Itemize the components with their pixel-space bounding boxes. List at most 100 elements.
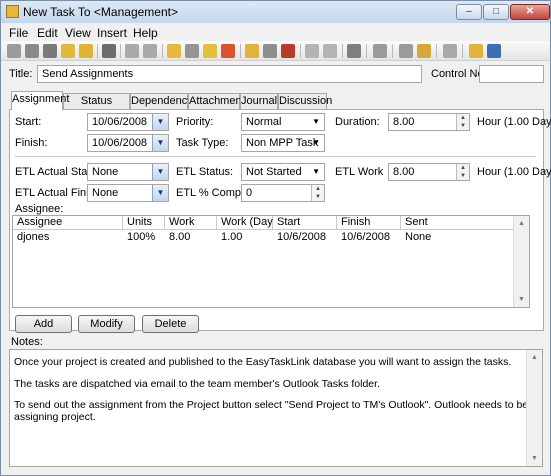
- tab-dependency[interactable]: Dependency: [130, 93, 193, 109]
- toolbar: [1, 41, 550, 61]
- open-icon[interactable]: [167, 44, 181, 58]
- duration-spinner[interactable]: ▲ ▼: [456, 114, 469, 130]
- minimize-button[interactable]: –: [456, 4, 482, 20]
- finish-date-value: 10/06/2008: [92, 137, 148, 149]
- notes-scrollbar[interactable]: ▲ ▼: [526, 350, 542, 466]
- etl-status-label: ETL Status:: [176, 166, 234, 178]
- grid-scrollbar[interactable]: ▲ ▼: [513, 216, 529, 307]
- etl-status-select[interactable]: Not Started ▼: [241, 163, 325, 181]
- etl-actual-finish-field[interactable]: None ▼: [87, 184, 169, 202]
- page-icon[interactable]: [373, 44, 387, 58]
- etl-actual-start-field[interactable]: None ▼: [87, 163, 169, 181]
- print-icon[interactable]: [399, 44, 413, 58]
- title-bar[interactable]: New Task To <Management> – □ ✕: [1, 1, 550, 23]
- title-label: Title:: [9, 68, 33, 80]
- toolbar-separator: [240, 44, 241, 58]
- chevron-down-icon: ▼: [312, 167, 320, 176]
- book-icon[interactable]: [443, 44, 457, 58]
- assignee-grid: Assignee Units Work Work (Day) Start Fin…: [12, 215, 530, 308]
- notes-line: Once your project is created and publish…: [14, 356, 512, 368]
- start-date-field[interactable]: 10/06/2008 ▼: [87, 113, 169, 131]
- chevron-down-icon[interactable]: ▼: [152, 114, 168, 130]
- menu-view[interactable]: View: [65, 26, 91, 40]
- menu-edit[interactable]: Edit: [37, 26, 58, 40]
- menu-file[interactable]: File: [9, 26, 28, 40]
- etl-complete-input[interactable]: 0 ▲ ▼: [241, 184, 325, 202]
- search-icon[interactable]: [245, 44, 259, 58]
- grid-icon[interactable]: [347, 44, 361, 58]
- cell-start: 10/6/2008: [277, 231, 326, 243]
- column-header-sent[interactable]: Sent: [401, 216, 515, 230]
- chevron-down-icon: ▼: [312, 117, 320, 126]
- close-button[interactable]: ✕: [510, 4, 550, 20]
- cell-sent: None: [405, 231, 432, 243]
- menu-insert[interactable]: Insert: [97, 26, 127, 40]
- help-icon[interactable]: [469, 44, 483, 58]
- duration-unit: Hour (1.00 Day): [477, 116, 551, 128]
- outdent-icon[interactable]: [143, 44, 157, 58]
- flag-icon[interactable]: [323, 44, 337, 58]
- scroll-down-icon[interactable]: ▼: [514, 292, 529, 307]
- duration-input[interactable]: 8.00 ▲ ▼: [388, 113, 470, 131]
- etl-actual-start-label: ETL Actual Start:: [15, 166, 98, 178]
- priority-value: Normal: [246, 116, 282, 128]
- column-header-start[interactable]: Start: [273, 216, 337, 230]
- task-window: New Task To <Management> – □ ✕ File Edit…: [0, 0, 551, 476]
- title-input[interactable]: Send Assignments: [37, 65, 422, 83]
- toolbar-separator: [392, 44, 393, 58]
- scroll-down-icon[interactable]: ▼: [527, 451, 542, 466]
- pin-icon[interactable]: [305, 44, 319, 58]
- etl-work-input[interactable]: 8.00 ▲ ▼: [388, 163, 470, 181]
- copy-icon[interactable]: [79, 44, 93, 58]
- chevron-down-icon[interactable]: ▼: [152, 185, 168, 201]
- column-header-work-day[interactable]: Work (Day): [217, 216, 276, 230]
- refresh-icon[interactable]: [102, 44, 116, 58]
- column-header-work[interactable]: Work: [165, 216, 217, 230]
- tab-status-reports[interactable]: Status Reports: [63, 93, 130, 121]
- tab-journal[interactable]: Journal: [240, 93, 278, 109]
- etl-work-spinner[interactable]: ▲ ▼: [456, 164, 469, 180]
- column-header-units[interactable]: Units: [123, 216, 165, 230]
- maximize-button[interactable]: □: [483, 4, 509, 20]
- etl-complete-value: 0: [246, 187, 253, 199]
- cell-work: 8.00: [169, 231, 191, 243]
- undo-icon[interactable]: [221, 44, 235, 58]
- new-folder-icon[interactable]: [25, 44, 39, 58]
- indent-icon[interactable]: [125, 44, 139, 58]
- etl-status-value: Not Started: [246, 166, 302, 178]
- etl-complete-spinner[interactable]: ▲ ▼: [311, 185, 324, 201]
- task-type-select[interactable]: Non MPP Task ▼: [241, 134, 325, 152]
- chevron-down-icon[interactable]: ▼: [152, 135, 168, 151]
- menu-help[interactable]: Help: [133, 26, 158, 40]
- note-icon[interactable]: [203, 44, 217, 58]
- new-task-icon[interactable]: [7, 44, 21, 58]
- delete-icon[interactable]: [281, 44, 295, 58]
- scroll-up-icon[interactable]: ▲: [514, 216, 529, 231]
- table-row[interactable]: djones 100% 8.00 1.00 10/6/2008 10/6/200…: [13, 231, 515, 244]
- scroll-up-icon[interactable]: ▲: [527, 350, 542, 365]
- add-button[interactable]: Add: [15, 315, 72, 333]
- column-header-finish[interactable]: Finish: [337, 216, 401, 230]
- tab-attachment[interactable]: Attachment: [188, 93, 245, 109]
- column-header-assignee[interactable]: Assignee: [13, 216, 123, 230]
- notes-textarea[interactable]: Once your project is created and publish…: [9, 349, 543, 467]
- priority-select[interactable]: Normal ▼: [241, 113, 325, 131]
- exit-icon[interactable]: [487, 44, 501, 58]
- control-no-input[interactable]: [479, 65, 544, 83]
- document-icon[interactable]: [185, 44, 199, 58]
- etl-work-label: ETL Work: [335, 166, 384, 178]
- finish-label: Finish:: [15, 137, 48, 149]
- tab-assignment[interactable]: Assignment: [11, 91, 69, 110]
- modify-button[interactable]: Modify: [78, 315, 135, 333]
- users-icon[interactable]: [417, 44, 431, 58]
- notes-line: The tasks are dispatched via email to th…: [14, 378, 380, 390]
- finish-date-field[interactable]: 10/06/2008 ▼: [87, 134, 169, 152]
- toolbar-separator: [436, 44, 437, 58]
- chevron-down-icon[interactable]: ▼: [152, 164, 168, 180]
- delete-button[interactable]: Delete: [142, 315, 199, 333]
- tab-discussion[interactable]: Discussion: [278, 93, 332, 109]
- cut-icon[interactable]: [43, 44, 57, 58]
- paste-icon[interactable]: [61, 44, 75, 58]
- menu-bar: File Edit View Insert Help: [1, 23, 550, 41]
- folder-icon[interactable]: [263, 44, 277, 58]
